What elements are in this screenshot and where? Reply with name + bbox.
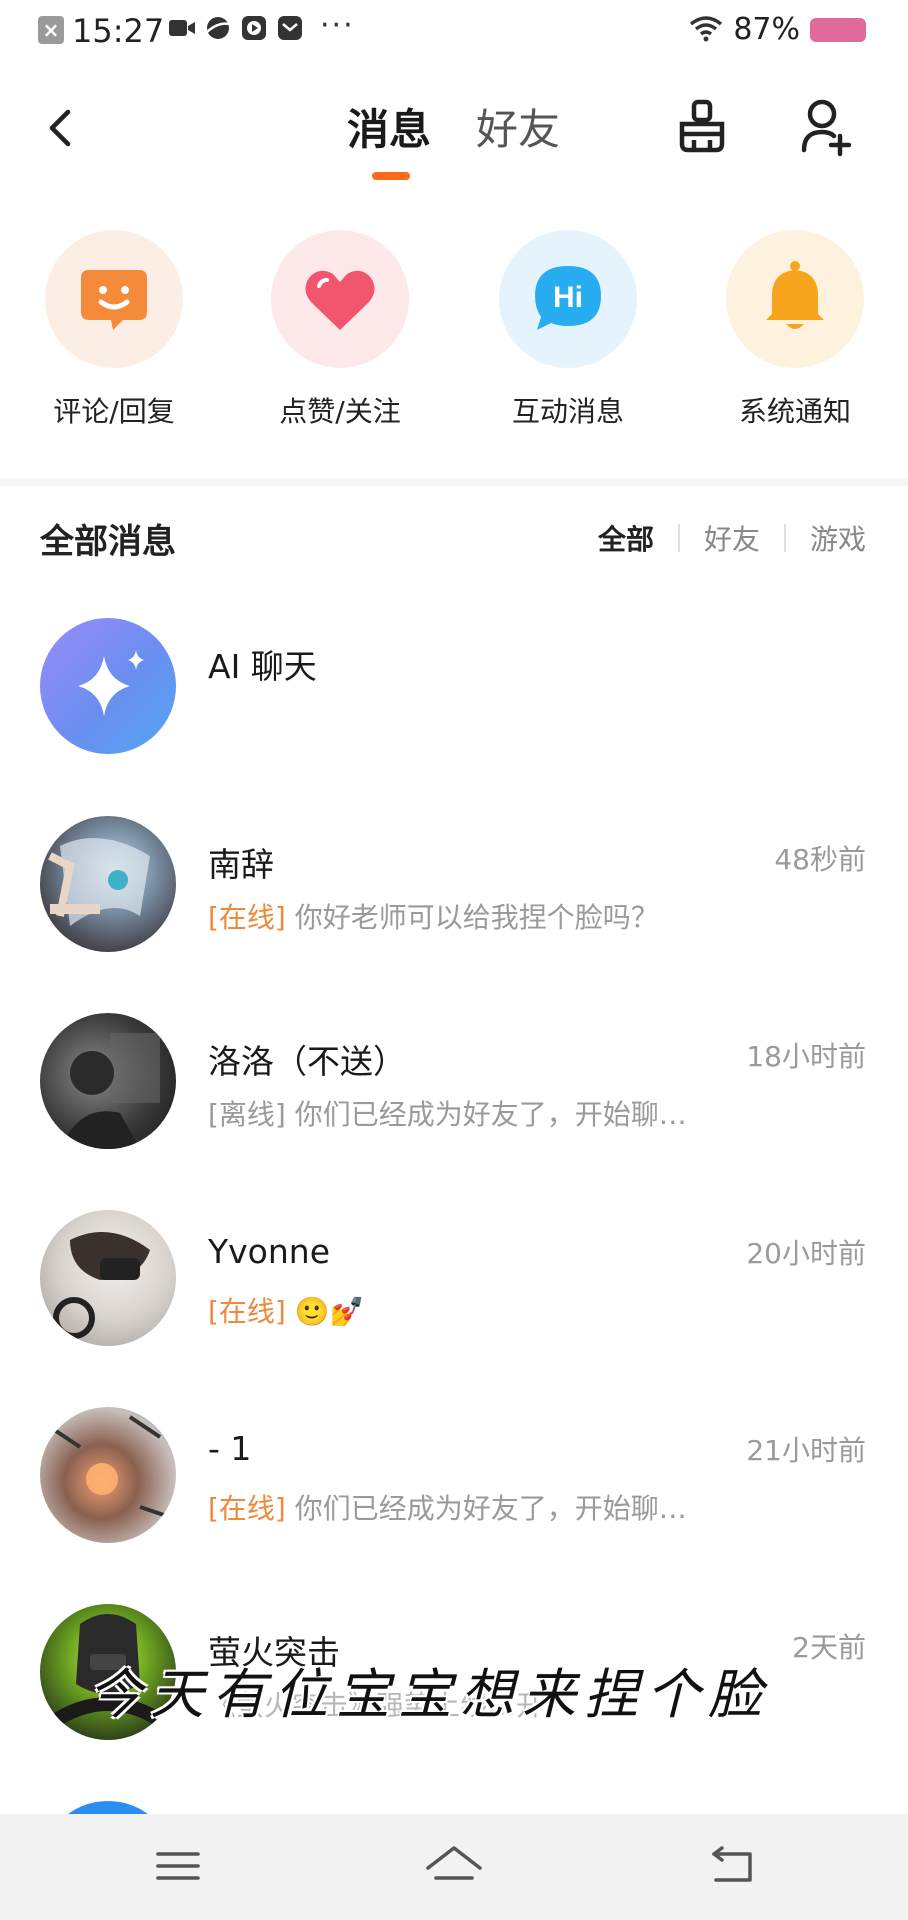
conversation-time: 20小时前	[746, 1237, 866, 1270]
conversation-name: - 1	[208, 1429, 252, 1468]
conversation-name: Yvonne	[208, 1232, 331, 1271]
bell-icon	[766, 261, 824, 329]
chevron-left-icon	[49, 109, 71, 147]
home-icon	[426, 1846, 482, 1880]
avatar-art	[48, 838, 150, 926]
notification-close-icon: ×	[38, 16, 64, 44]
action-circle	[271, 230, 409, 368]
wifi-icon	[689, 14, 723, 46]
filter-friends[interactable]: 好友	[704, 518, 760, 558]
action-comments-replies[interactable]: 评论/回复	[24, 230, 204, 430]
status-online: [在线]	[208, 1492, 286, 1525]
avatar-art	[53, 1232, 150, 1339]
message-filters: 全部 好友 游戏	[598, 518, 866, 558]
planet-icon	[204, 14, 232, 46]
tab-messages[interactable]: 消息	[347, 96, 431, 157]
smile-chat-icon	[81, 270, 147, 330]
add-user-icon	[801, 99, 852, 157]
action-interactions[interactable]: Hi 互动消息	[478, 230, 658, 430]
avatar	[40, 816, 176, 952]
conversation-preview: [在线] 你好老师可以给我捏个脸吗？	[208, 896, 728, 936]
section-divider	[0, 478, 908, 486]
action-likes-follows[interactable]: 点赞/关注	[250, 230, 430, 430]
nav-home-button[interactable]	[424, 1838, 484, 1894]
status-more-dots: ···	[320, 8, 355, 43]
conversation-row[interactable]: - 1 21小时前 [在线] 你们已经成为好友了，开始聊…	[0, 1407, 908, 1587]
conversation-time: 48秒前	[774, 843, 866, 876]
tab-active-indicator	[372, 172, 410, 180]
conversation-row-ai-chat[interactable]: AI 聊天	[0, 618, 908, 798]
header: 消息 好友	[0, 80, 908, 190]
status-online: [在线]	[208, 1295, 286, 1328]
filter-all[interactable]: 全部	[598, 518, 654, 558]
status-offline: [离线]	[208, 1098, 286, 1131]
action-circle	[45, 230, 183, 368]
broom-icon	[679, 99, 725, 153]
back-icon	[712, 1846, 752, 1882]
mail-icon	[276, 14, 304, 46]
conversation-preview: [离线] 你们已经成为好友了，开始聊…	[208, 1093, 728, 1133]
conversation-name: 南辞	[208, 845, 274, 884]
conversation-row[interactable]: 洛洛（不送） 18小时前 [离线] 你们已经成为好友了，开始聊…	[0, 1013, 908, 1193]
action-label: 评论/回复	[53, 395, 175, 428]
heart-icon	[305, 270, 375, 330]
tab-friends[interactable]: 好友	[476, 96, 560, 157]
action-circle: Hi	[499, 230, 637, 368]
quick-actions: 评论/回复 点赞/关注 Hi 互动消息 系统通知	[0, 230, 908, 430]
video-caption: 今天有位宝宝想来捏个脸	[88, 1663, 770, 1726]
action-label: 互动消息	[511, 395, 624, 428]
filter-separator	[783, 524, 786, 552]
action-label: 系统通知	[738, 395, 851, 428]
nav-menu-button[interactable]	[148, 1838, 208, 1894]
all-messages-title: 全部消息	[40, 522, 176, 562]
hi-bubble-icon: Hi	[535, 266, 601, 330]
conversation-row[interactable]: 南辞 48秒前 [在线] 你好老师可以给我捏个脸吗？	[0, 816, 908, 996]
add-friend-button[interactable]	[798, 94, 858, 158]
action-system-notifications[interactable]: 系统通知	[705, 230, 885, 430]
avatar	[40, 1210, 176, 1346]
status-online: [在线]	[208, 901, 286, 934]
avatar-ai-chat	[40, 618, 176, 754]
avatar-art	[60, 1033, 160, 1149]
conversation-preview: [在线] 🙂💅	[208, 1290, 728, 1330]
status-time: 15:27	[72, 12, 165, 50]
conversation-name: 洛洛（不送）	[208, 1042, 406, 1081]
preview-text: 你好老师可以给我捏个脸吗？	[294, 901, 659, 934]
nav-back-button[interactable]	[702, 1838, 762, 1894]
conversation-name: AI 聊天	[208, 647, 317, 686]
preview-text: 你们已经成为好友了，开始聊…	[294, 1098, 687, 1131]
conversation-preview: [在线] 你们已经成为好友了，开始聊…	[208, 1487, 728, 1527]
sparkle-icon	[78, 650, 144, 716]
preview-text: 🙂💅	[294, 1295, 365, 1328]
clear-unread-button[interactable]	[672, 94, 732, 158]
filter-games[interactable]: 游戏	[810, 518, 866, 558]
system-nav-bar	[0, 1814, 908, 1920]
battery-percent: 87%	[733, 12, 800, 47]
svg-text:Hi: Hi	[553, 281, 583, 314]
back-button[interactable]	[40, 98, 80, 158]
status-app-icons	[168, 14, 304, 46]
play-icon	[240, 14, 268, 46]
battery-icon	[810, 17, 866, 42]
status-right: 87%	[689, 12, 866, 47]
avatar	[40, 1407, 176, 1543]
action-circle	[726, 230, 864, 368]
conversation-time: 18小时前	[746, 1040, 866, 1073]
avatar	[40, 1013, 176, 1149]
video-icon	[168, 16, 196, 44]
filter-separator	[677, 524, 680, 552]
conversation-row[interactable]: Yvonne 20小时前 [在线] 🙂💅	[0, 1210, 908, 1390]
conversation-time: 21小时前	[746, 1434, 866, 1467]
avatar-art	[48, 1415, 171, 1519]
status-bar: × 15:27 ··· 87%	[0, 0, 908, 62]
conversation-time: 2天前	[792, 1631, 866, 1664]
preview-text: 你们已经成为好友了，开始聊…	[294, 1492, 687, 1525]
action-label: 点赞/关注	[279, 395, 401, 428]
menu-icon	[156, 1852, 200, 1880]
